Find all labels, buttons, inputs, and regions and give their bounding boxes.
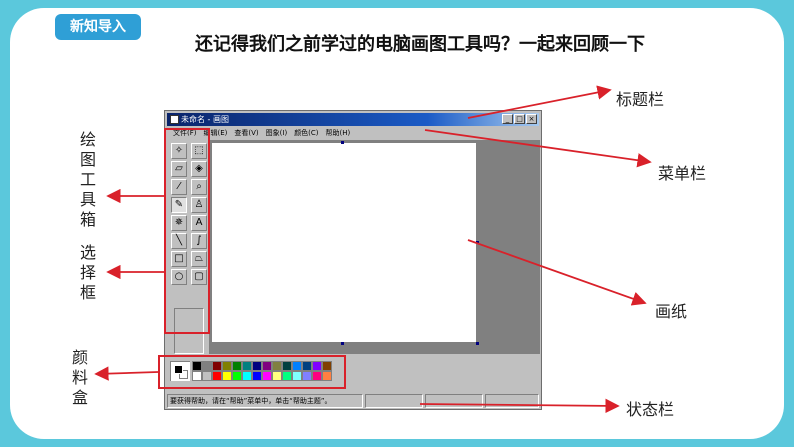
label-menu-bar: 菜单栏 xyxy=(658,164,707,183)
label-title-bar: 标题栏 xyxy=(616,90,665,109)
callout-arrows xyxy=(94,85,652,414)
label-select-box: 选择框 xyxy=(79,243,96,302)
label-toolbox: 绘图工具箱 xyxy=(79,130,96,229)
arrow-canvas xyxy=(467,239,647,306)
arrow-palette xyxy=(94,366,159,381)
label-status-bar: 状态栏 xyxy=(626,400,675,419)
arrow-title-bar xyxy=(467,85,612,119)
label-canvas: 画纸 xyxy=(655,302,688,321)
label-palette: 颜料盒 xyxy=(71,348,88,407)
arrow-status-bar xyxy=(419,398,620,414)
arrow-menu-bar xyxy=(424,129,652,168)
